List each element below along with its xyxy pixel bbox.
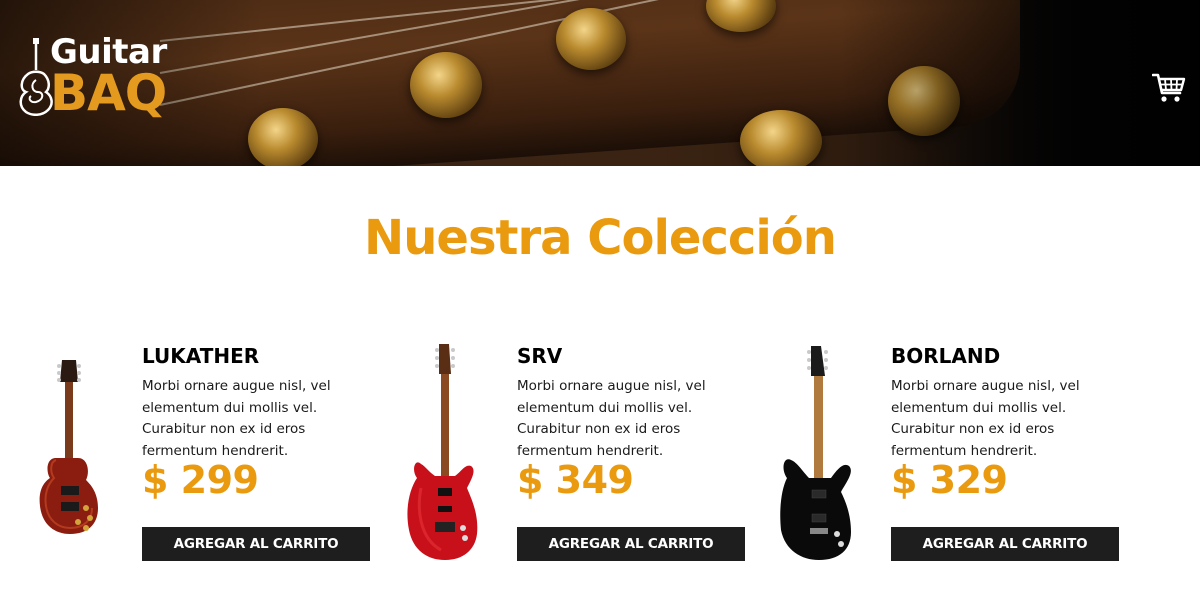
product-name: LUKATHER: [142, 344, 260, 368]
site-logo[interactable]: Guitar BAQ: [16, 32, 186, 127]
add-to-cart-button[interactable]: AGREGAR AL CARRITO: [517, 527, 745, 561]
product-description: Morbi ornare augue nisl, vel elementum d…: [517, 378, 706, 459]
black-guitar-icon: [780, 346, 851, 560]
product-description: Morbi ornare augue nisl, vel elementum d…: [891, 378, 1080, 459]
product-name: SRV: [517, 344, 563, 368]
shopping-cart-icon: [1151, 73, 1186, 102]
add-to-cart-button[interactable]: AGREGAR AL CARRITO: [142, 527, 370, 561]
product-description: Morbi ornare augue nisl, vel elementum d…: [142, 378, 331, 459]
cart-button[interactable]: [1151, 72, 1186, 104]
product-price: $ 299: [142, 458, 259, 502]
product-name: BORLAND: [891, 344, 1001, 368]
product-card-lukather: LUKATHER Morbi ornare augue nisl, vel el…: [16, 338, 376, 568]
product-price: $ 349: [517, 458, 634, 502]
add-to-cart-button[interactable]: AGREGAR AL CARRITO: [891, 527, 1119, 561]
site-header: Guitar BAQ: [0, 0, 1200, 166]
section-title: Nuestra Colección: [364, 210, 837, 266]
les-paul-guitar-icon: [39, 360, 98, 534]
product-card-borland: BORLAND Morbi ornare augue nisl, vel ele…: [765, 338, 1125, 568]
red-strat-guitar-icon: [407, 344, 478, 560]
logo-word-baq: BAQ: [50, 64, 167, 122]
product-card-srv: SRV Morbi ornare augue nisl, vel element…: [391, 338, 751, 568]
product-price: $ 329: [891, 458, 1008, 502]
